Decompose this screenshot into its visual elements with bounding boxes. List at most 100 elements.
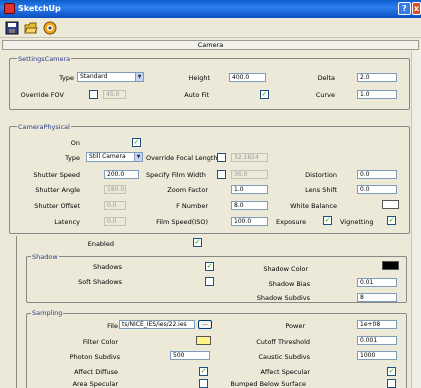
latency-label: Latency — [54, 218, 80, 226]
caustic-subdivs-label: Caustic Subdivs — [258, 353, 310, 361]
render-icon[interactable] — [43, 21, 57, 35]
affect-diffuse-checkbox[interactable]: ✓ — [199, 367, 208, 376]
photon-subdivs-label: Photon Subdivs — [69, 353, 120, 361]
chevron-down-icon: ▼ — [134, 153, 142, 161]
override-focal-label: Override Focal Length — [146, 154, 218, 162]
area-specular-checkbox[interactable] — [199, 379, 208, 388]
shutter-angle-label: Shutter Angle — [35, 186, 80, 194]
physical-type-label: Type — [65, 154, 80, 162]
soft-shadows-label: Soft Shadows — [78, 278, 122, 286]
type-label: Type — [59, 74, 74, 82]
shadows-label: Shadows — [92, 263, 122, 271]
power-input[interactable]: 1e+08 — [357, 320, 397, 329]
filter-color-label: Filter Color — [82, 338, 118, 346]
shadow-bias-input[interactable]: 0.01 — [357, 278, 397, 287]
window-title: SketchUp — [18, 4, 61, 13]
settings-camera-group — [9, 58, 410, 110]
vertical-scrollbar[interactable] — [411, 51, 421, 388]
soft-shadows-checkbox[interactable] — [205, 277, 214, 286]
height-input[interactable]: 400.0 — [229, 73, 266, 82]
curve-label: Curve — [315, 91, 335, 99]
lens-shift-input[interactable]: 0.0 — [357, 185, 397, 194]
camera-section-header[interactable]: Camera — [2, 40, 419, 50]
exposure-label: Exposure — [276, 218, 307, 226]
bumped-below-label: Bumped Below Surface — [230, 380, 306, 388]
lens-shift-label: Lens Shift — [305, 186, 337, 194]
override-focal-checkbox[interactable] — [217, 153, 226, 162]
title-bar: SketchUp ? x — [0, 0, 421, 18]
override-fov-label: Override FOV — [20, 91, 64, 99]
shadow-legend: Shadow — [31, 253, 59, 261]
white-balance-swatch[interactable] — [382, 200, 399, 209]
shutter-speed-label: Shutter Speed — [33, 171, 80, 179]
browse-button[interactable]: ... — [198, 320, 212, 329]
zoom-factor-label: Zoom Factor — [167, 186, 208, 194]
close-button[interactable]: x — [412, 2, 421, 15]
f-number-input[interactable]: 8.0 — [231, 201, 268, 210]
inner-panel-border — [16, 236, 17, 388]
physical-type-value: Still Camera — [89, 153, 126, 160]
distortion-input[interactable]: 0.0 — [357, 170, 397, 179]
shutter-offset-input[interactable]: 0.0 — [104, 201, 126, 210]
save-icon[interactable] — [5, 21, 19, 35]
toolbar — [0, 18, 421, 38]
vignetting-label: Vignetting — [340, 218, 374, 226]
auto-fit-label: Auto Fit — [184, 91, 209, 99]
file-input[interactable]: ts/NICE_IES/ies/22.ies — [119, 320, 195, 329]
sampling-legend: Sampling — [31, 309, 64, 317]
shadows-checkbox[interactable]: ✓ — [205, 262, 214, 271]
filter-color-swatch[interactable] — [196, 336, 211, 345]
file-label: File — [107, 322, 118, 330]
vignetting-checkbox[interactable]: ✓ — [387, 216, 396, 225]
shutter-offset-label: Shutter Offset — [34, 202, 80, 210]
override-fov-checkbox[interactable] — [89, 90, 98, 99]
film-speed-label: Film Speed(ISO) — [156, 218, 208, 226]
override-fov-input[interactable]: 45.0 — [103, 90, 126, 99]
white-balance-label: White Balance — [290, 202, 337, 210]
camera-type-value: Standard — [80, 73, 108, 80]
shutter-speed-input[interactable]: 200.0 — [104, 170, 139, 179]
shadow-bias-label: Shadow Bias — [268, 280, 310, 288]
cutoff-threshold-label: Cutoff Threshold — [256, 338, 310, 346]
shadow-color-swatch[interactable] — [382, 261, 399, 270]
chevron-down-icon: ▼ — [135, 73, 143, 81]
shadow-subdivs-input[interactable]: 8 — [357, 293, 397, 302]
latency-input[interactable]: 0.0 — [104, 217, 126, 226]
delta-input[interactable]: 2.0 — [357, 73, 397, 82]
delta-label: Delta — [317, 74, 335, 82]
power-label: Power — [285, 322, 305, 330]
folder-icon[interactable] — [24, 21, 38, 35]
exposure-checkbox[interactable]: ✓ — [323, 216, 332, 225]
distortion-label: Distortion — [305, 171, 337, 179]
sampling-group — [26, 313, 407, 388]
shadow-color-label: Shadow Color — [263, 265, 308, 273]
zoom-factor-input[interactable]: 1.0 — [231, 185, 268, 194]
film-width-input[interactable]: 36.0 — [231, 170, 268, 179]
shutter-angle-input[interactable]: 180.0 — [104, 185, 126, 194]
on-checkbox[interactable]: ✓ — [132, 138, 141, 147]
enabled-checkbox[interactable]: ✓ — [193, 238, 202, 247]
camera-type-select[interactable]: Standard ▼ — [77, 72, 144, 82]
caustic-subdivs-input[interactable]: 1000 — [357, 351, 397, 360]
photon-subdivs-input[interactable]: 500 — [170, 351, 210, 360]
override-focal-input[interactable]: 32.1824 — [231, 153, 268, 162]
settings-camera-legend: SettingsCamera — [17, 55, 72, 63]
bumped-below-checkbox[interactable] — [387, 379, 396, 388]
camera-physical-legend: CameraPhysical — [17, 123, 71, 131]
affect-diffuse-label: Affect Diffuse — [74, 368, 118, 376]
enabled-label: Enabled — [87, 240, 114, 248]
curve-input[interactable]: 1.0 — [357, 90, 397, 99]
affect-specular-checkbox[interactable]: ✓ — [387, 367, 396, 376]
auto-fit-checkbox[interactable]: ✓ — [260, 90, 269, 99]
physical-type-select[interactable]: Still Camera ▼ — [86, 152, 143, 162]
specify-film-label: Specify Film Width — [146, 171, 206, 179]
help-button[interactable]: ? — [398, 2, 411, 15]
cutoff-threshold-input[interactable]: 0.001 — [357, 336, 397, 345]
area-specular-label: Area Specular — [72, 380, 118, 388]
f-number-label: F Number — [176, 202, 208, 210]
affect-specular-label: Affect Specular — [260, 368, 310, 376]
film-speed-input[interactable]: 100.0 — [231, 217, 268, 226]
specify-film-checkbox[interactable] — [217, 170, 226, 179]
height-label: Height — [188, 74, 211, 82]
shadow-subdivs-label: Shadow Subdivs — [256, 294, 310, 302]
